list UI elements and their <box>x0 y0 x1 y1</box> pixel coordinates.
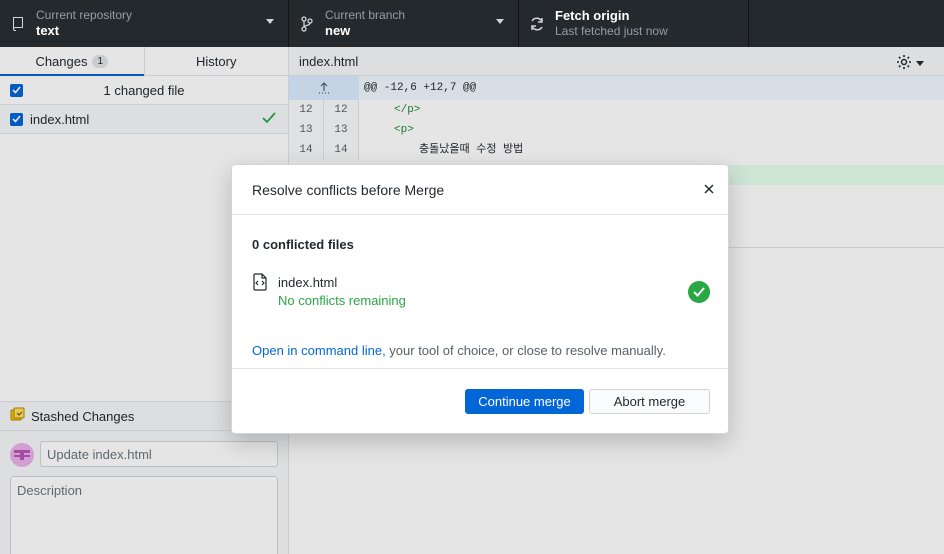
merge-conflicts-dialog: Resolve conflicts before Merge 0 conflic… <box>231 164 729 434</box>
chevron-down-icon <box>266 19 274 24</box>
branch-icon <box>289 15 325 32</box>
resolve-hint: Open in command line, your tool of choic… <box>252 343 666 358</box>
fetch-origin-button[interactable]: Fetch origin Last fetched just now <box>519 0 749 47</box>
conflict-file-name: index.html <box>278 275 338 290</box>
repository-selector[interactable]: Current repository text <box>0 0 289 47</box>
repository-value: text <box>36 23 60 38</box>
open-command-line-link[interactable]: Open in command line, <box>252 343 386 358</box>
dialog-header: Resolve conflicts before Merge <box>232 165 728 215</box>
dialog-footer: Continue merge Abort merge <box>232 369 728 433</box>
dialog-title: Resolve conflicts before Merge <box>252 181 445 198</box>
repo-icon <box>0 16 36 32</box>
conflicted-files-count: 0 conflicted files <box>252 237 354 252</box>
file-code-icon <box>252 273 268 294</box>
chevron-down-icon <box>496 19 504 24</box>
check-circle-icon <box>688 281 710 303</box>
branch-value: new <box>325 23 351 38</box>
conflict-file-status: No conflicts remaining <box>278 293 406 308</box>
close-icon[interactable] <box>700 180 718 198</box>
abort-merge-button[interactable]: Abort merge <box>589 389 710 414</box>
fetch-title: Fetch origin <box>555 8 630 23</box>
repository-label: Current repository <box>36 8 133 22</box>
resolve-hint-text: your tool of choice, or close to resolve… <box>385 343 666 358</box>
branch-label: Current branch <box>325 8 406 22</box>
continue-merge-button[interactable]: Continue merge <box>465 389 584 414</box>
branch-selector[interactable]: Current branch new <box>289 0 519 47</box>
conflict-file-item: index.html No conflicts remaining <box>252 273 712 313</box>
sync-icon <box>519 16 555 32</box>
fetch-status: Last fetched just now <box>555 24 668 38</box>
dialog-body: 0 conflicted files index.html No conflic… <box>232 215 728 369</box>
toolbar: Current repository text Current branch n… <box>0 0 944 47</box>
